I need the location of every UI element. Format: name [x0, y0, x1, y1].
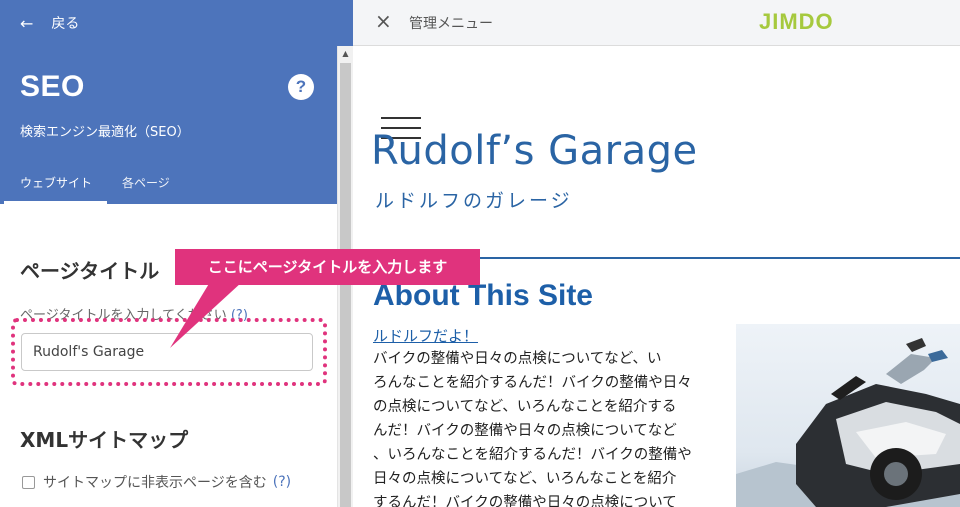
panel-tabs: ウェブサイト 各ページ [0, 174, 353, 204]
body-paragraph: バイクの整備や日々の点検についてなど、い ろんなことを紹介するんだ！バイクの整備… [373, 347, 713, 507]
motorcycle-photo [736, 324, 960, 507]
logo-text: JIMDO [759, 9, 834, 34]
site-subtitle: ルドルフのガレージ [375, 190, 573, 212]
scroll-up-arrow-icon[interactable]: ▲ [338, 46, 353, 62]
body-line: んだ！バイクの整備や日々の点検についてなど [373, 423, 677, 439]
sitemap-checkbox-label: サイトマップに非表示ページを含む [43, 475, 267, 491]
scroll-thumb[interactable] [340, 63, 351, 507]
body-line: バイクの整備や日々の点検についてなど、い [373, 351, 662, 367]
active-tab-indicator [4, 201, 107, 204]
panel-subtitle: 検索エンジン最適化（SEO） [20, 125, 190, 140]
help-icon[interactable]: ? [288, 74, 314, 100]
xml-sitemap-heading: XMLサイトマップ [20, 428, 189, 452]
site-title: Rudolf’s Garage [371, 128, 698, 174]
back-label: 戻る [51, 16, 80, 32]
jimdo-logo: JIMDO [759, 9, 834, 35]
close-icon[interactable]: × [375, 9, 392, 33]
body-line: ろんなことを紹介するんだ！バイクの整備や日々 [373, 375, 692, 391]
page-title-input[interactable] [21, 333, 313, 371]
sitemap-hidden-pages-option[interactable]: サイトマップに非表示ページを含む (?) [22, 472, 291, 492]
sitemap-help-link[interactable]: (?) [273, 474, 291, 490]
panel-title: SEO [20, 70, 85, 103]
tab-each-page[interactable]: 各ページ [122, 174, 170, 204]
body-line: 日々の点検についてなど、いろんなことを紹介 [373, 471, 677, 487]
admin-menu-label[interactable]: 管理メニュー [409, 13, 493, 33]
intro-link[interactable]: ルドルフだよ！ [373, 325, 478, 346]
tab-website[interactable]: ウェブサイト [20, 174, 92, 204]
body-line: 、いろんなことを紹介するんだ！バイクの整備や [373, 447, 692, 463]
body-line: するんだ！バイクの整備や日々の点検について [373, 495, 677, 507]
panel-header: ← 戻る SEO ? 検索エンジン最適化（SEO） ウェブサイト 各ページ [0, 0, 353, 204]
page-title-heading: ページタイトル [20, 259, 160, 283]
body-line: の点検についてなど、いろんなことを紹介する [373, 399, 677, 415]
admin-topbar: × 管理メニュー JIMDO [353, 0, 960, 46]
arrow-left-icon: ← [20, 13, 34, 33]
instruction-callout: ここにページタイトルを入力します [175, 249, 480, 285]
sitemap-hidden-pages-checkbox[interactable] [22, 475, 35, 489]
back-button[interactable]: ← 戻る [20, 13, 79, 33]
